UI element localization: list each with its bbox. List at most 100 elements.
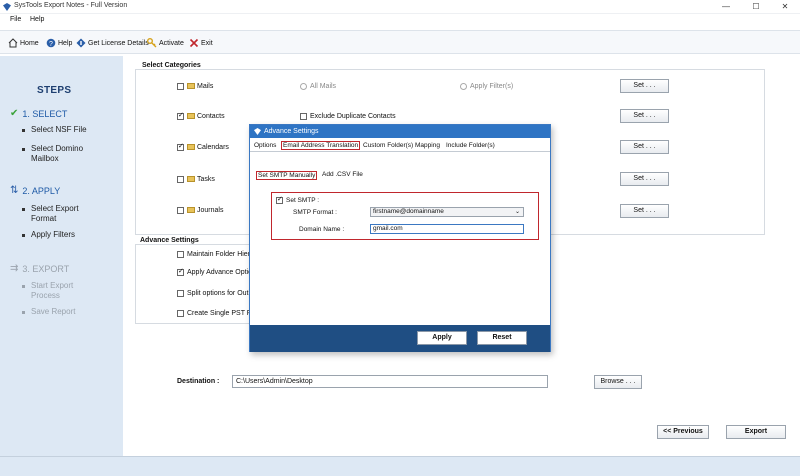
step-start-export: Start Export Process <box>31 281 74 300</box>
smtp-format-label: SMTP Format : <box>293 209 337 216</box>
apply-button[interactable]: Apply <box>417 331 467 345</box>
contacts-checkbox[interactable] <box>177 113 184 120</box>
bullet-icon <box>22 285 25 288</box>
key-icon <box>147 38 157 48</box>
destination-label: Destination : <box>177 378 220 385</box>
exclude-duplicates-checkbox[interactable] <box>300 113 307 120</box>
filter-icon: ⇅ <box>10 185 19 196</box>
exit-button[interactable]: Exit <box>189 37 213 49</box>
menu-help[interactable]: Help <box>30 16 44 23</box>
apply-advance-checkbox[interactable] <box>177 269 184 276</box>
tasks-checkbox[interactable] <box>177 176 184 183</box>
title-bar: SysTools Export Notes - Full Version — ☐… <box>0 0 800 14</box>
apply-filters-radio[interactable] <box>460 83 467 90</box>
steps-title: STEPS <box>37 85 72 96</box>
contacts-label: Contacts <box>197 113 225 120</box>
domain-name-input[interactable]: gmail.com <box>370 224 524 234</box>
app-logo-icon <box>254 128 261 135</box>
bullet-icon <box>22 148 25 151</box>
step-save-report: Save Report <box>31 307 76 316</box>
export-icon: ⇉ <box>10 263 19 274</box>
tab-email-address-translation[interactable]: Email Address Translation <box>281 141 361 150</box>
journals-set-button[interactable]: Set . . . <box>620 204 669 218</box>
contacts-folder-icon <box>187 113 195 119</box>
journals-checkbox[interactable] <box>177 207 184 214</box>
domain-name-label: Domain Name : <box>299 226 345 233</box>
mails-set-button[interactable]: Set . . . <box>620 79 669 93</box>
browse-button[interactable]: Browse . . . <box>594 375 642 389</box>
dialog-title: Advance Settings <box>264 128 319 135</box>
minimize-button[interactable]: — <box>712 0 740 14</box>
step-apply: ⇅ 2. APPLY <box>10 185 60 196</box>
mail-folder-icon <box>187 83 195 89</box>
single-pst-label: Create Single PST File <box>187 310 259 317</box>
step-apply-label: 2. APPLY <box>22 185 61 196</box>
calendar-folder-icon <box>187 144 195 150</box>
chevron-down-icon: ⌄ <box>514 209 520 215</box>
step-select: ✔ 1. SELECT <box>10 108 67 119</box>
tasks-label: Tasks <box>197 176 215 183</box>
maintain-folder-checkbox[interactable] <box>177 251 184 258</box>
exit-label: Exit <box>201 39 213 47</box>
get-license-button[interactable]: Get License Details <box>76 37 149 49</box>
single-pst-checkbox[interactable] <box>177 310 184 317</box>
step-export-label: 3. EXPORT <box>22 263 70 274</box>
tasks-set-button[interactable]: Set . . . <box>620 172 669 186</box>
home-icon <box>8 38 18 48</box>
home-label: Home <box>20 39 39 47</box>
split-options-label: Split options for Outl <box>187 290 251 297</box>
help-label: Help <box>58 39 73 47</box>
tab-options[interactable]: Options <box>254 142 276 149</box>
reset-button[interactable]: Reset <box>477 331 527 345</box>
smtp-settings-box: Set SMTP : SMTP Format : firstname@domai… <box>271 192 539 240</box>
bullet-icon <box>22 234 25 237</box>
help-icon: ? <box>46 38 56 48</box>
contacts-set-button[interactable]: Set . . . <box>620 109 669 123</box>
help-button[interactable]: ? Help <box>46 37 72 49</box>
step-select-label: 1. SELECT <box>22 108 68 119</box>
subtab-set-smtp-manually[interactable]: Set SMTP Manually <box>256 171 318 180</box>
license-icon <box>76 38 86 48</box>
split-options-checkbox[interactable] <box>177 290 184 297</box>
calendars-checkbox[interactable] <box>177 144 184 151</box>
calendars-set-button[interactable]: Set . . . <box>620 140 669 154</box>
menu-bar: File Help <box>0 14 800 28</box>
close-window-button[interactable]: ✕ <box>771 0 799 14</box>
smtp-format-value: firstname@domainname <box>373 208 444 215</box>
select-categories-title: Select Categories <box>142 62 201 69</box>
previous-button[interactable]: << Previous <box>657 425 709 439</box>
all-mails-radio[interactable] <box>300 83 307 90</box>
menu-file[interactable]: File <box>10 16 21 23</box>
tab-include-folders[interactable]: Include Folder(s) <box>446 142 495 149</box>
set-smtp-label: Set SMTP : <box>286 197 320 204</box>
bullet-icon <box>22 208 25 211</box>
exclude-duplicates-label: Exclude Duplicate Contacts <box>310 113 396 120</box>
svg-text:?: ? <box>49 41 53 48</box>
journals-label: Journals <box>197 207 224 214</box>
smtp-format-select[interactable]: firstname@domainname ⌄ <box>370 207 524 217</box>
calendars-label: Calendars <box>197 144 229 151</box>
maximize-button[interactable]: ☐ <box>742 0 770 14</box>
tasks-folder-icon <box>187 176 195 182</box>
export-button[interactable]: Export <box>726 425 786 439</box>
dialog-footer: Apply Reset <box>250 325 550 352</box>
subtab-add-csv-file[interactable]: Add .CSV File <box>322 171 363 178</box>
maintain-folder-label: Maintain Folder Hiera <box>187 251 254 258</box>
activate-button[interactable]: Activate <box>147 37 184 49</box>
journals-folder-icon <box>187 207 195 213</box>
bullet-icon <box>22 129 25 132</box>
all-mails-label: All Mails <box>310 83 337 90</box>
set-smtp-checkbox[interactable] <box>276 197 283 204</box>
step-select-nsf: Select NSF File <box>31 125 87 134</box>
destination-input[interactable]: C:\Users\Admin\Desktop <box>232 375 548 388</box>
bullet-icon <box>22 311 25 314</box>
home-button[interactable]: Home <box>8 37 39 49</box>
dialog-title-bar: Advance Settings <box>250 125 550 138</box>
license-label: Get License Details <box>88 39 149 47</box>
advance-settings-dialog: Advance Settings Options Email Address T… <box>249 124 551 352</box>
mails-checkbox[interactable] <box>177 83 184 90</box>
tab-custom-folder-mapping[interactable]: Custom Folder(s) Mapping <box>363 142 440 149</box>
step-export: ⇉ 3. EXPORT <box>10 263 69 274</box>
close-icon <box>189 38 199 48</box>
status-bar <box>0 456 800 476</box>
